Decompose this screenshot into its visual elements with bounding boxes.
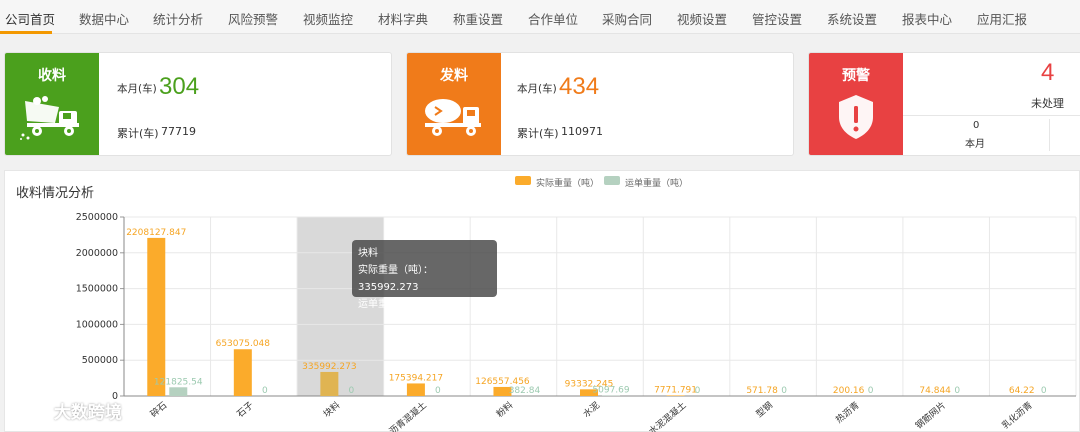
warning-vdivider bbox=[1049, 119, 1050, 151]
dispatch-total-value: 110971 bbox=[561, 125, 603, 138]
receive-month-value: 304 bbox=[159, 73, 200, 100]
legend-swatch-waybill[interactable] bbox=[604, 176, 620, 185]
watermark-icon bbox=[13, 406, 44, 420]
warning-count: 4 bbox=[1041, 59, 1055, 86]
dispatch-month-label: 本月(车) bbox=[517, 83, 557, 95]
warning-month-label: 本月 bbox=[965, 139, 985, 150]
top-nav: 公司首页 数据中心 统计分析 风险预警 视频监控 材料字典 称重设置 合作单位 … bbox=[0, 0, 1080, 34]
receive-icon-block: 收料 bbox=[5, 53, 99, 155]
receive-month-label: 本月(车) bbox=[117, 83, 157, 95]
tooltip-title: 块料 bbox=[358, 248, 378, 259]
dispatch-month-value: 434 bbox=[559, 73, 600, 100]
legend-label-waybill[interactable]: 运单重量（吨） bbox=[625, 176, 688, 189]
tooltip-line-actual: 实际重量（吨）：335992.273 bbox=[358, 265, 433, 293]
chart-panel bbox=[4, 170, 1080, 432]
nav-item-system-settings[interactable]: 系统设置 bbox=[827, 9, 877, 28]
nav-item-video-settings[interactable]: 视频设置 bbox=[677, 9, 727, 28]
dispatch-icon-block: 发料 bbox=[407, 53, 501, 155]
receive-total-label: 累计(车) bbox=[117, 127, 159, 140]
nav-item-video-monitor[interactable]: 视频监控 bbox=[303, 9, 353, 28]
dispatch-card-title: 发料 bbox=[440, 68, 468, 84]
chart-title: 收料情况分析 bbox=[16, 186, 95, 201]
nav-item-data-center[interactable]: 数据中心 bbox=[79, 9, 129, 28]
nav-item-statistics[interactable]: 统计分析 bbox=[153, 9, 203, 28]
nav-item-material-dict[interactable]: 材料字典 bbox=[378, 9, 428, 28]
mixer-truck-icon bbox=[425, 99, 481, 136]
chart-tooltip: 块料 实际重量（吨）：335992.273 运单重量（吨）：0 bbox=[352, 240, 497, 310]
nav-item-risk-warning[interactable]: 风险预警 bbox=[228, 9, 278, 28]
nav-item-control-settings[interactable]: 管控设置 bbox=[752, 9, 802, 28]
nav-active-indicator bbox=[0, 31, 52, 34]
watermark-logo: 大数跨境 bbox=[10, 398, 122, 423]
nav-item-partners[interactable]: 合作单位 bbox=[528, 9, 578, 28]
tooltip-line-waybill: 运单重量（吨）：0 bbox=[358, 299, 440, 310]
receive-card-title: 收料 bbox=[38, 68, 66, 84]
shield-alert-icon bbox=[839, 95, 873, 139]
dump-truck-icon bbox=[20, 96, 79, 140]
legend-swatch-actual[interactable] bbox=[515, 176, 531, 185]
warning-icon-block: 预警 bbox=[809, 53, 903, 155]
warning-card-title: 预警 bbox=[842, 68, 870, 84]
nav-item-report-center[interactable]: 报表中心 bbox=[902, 9, 952, 28]
warning-divider bbox=[903, 115, 1080, 116]
dispatch-card[interactable]: 发料 本月(车) 434 累计(车) 110971 bbox=[406, 52, 794, 156]
dispatch-total-label: 累计(车) bbox=[517, 127, 559, 140]
warning-count-label: 未处理 bbox=[1031, 97, 1064, 110]
nav-item-app-report[interactable]: 应用汇报 bbox=[977, 9, 1027, 28]
watermark-text: 大数跨境 bbox=[53, 403, 122, 423]
warning-card[interactable]: 预警 4 未处理 0 本月 bbox=[808, 52, 1080, 156]
receive-card[interactable]: 收料 本月(车) 304 累计(车) 77719 bbox=[4, 52, 392, 156]
warning-month-value: 0 bbox=[973, 120, 980, 131]
legend-label-actual[interactable]: 实际重量（吨） bbox=[536, 176, 599, 189]
nav-item-purchase-contract[interactable]: 采购合同 bbox=[602, 9, 652, 28]
nav-item-home[interactable]: 公司首页 bbox=[5, 9, 55, 28]
receive-total-value: 77719 bbox=[161, 125, 196, 138]
nav-item-weighing-settings[interactable]: 称重设置 bbox=[453, 9, 503, 28]
